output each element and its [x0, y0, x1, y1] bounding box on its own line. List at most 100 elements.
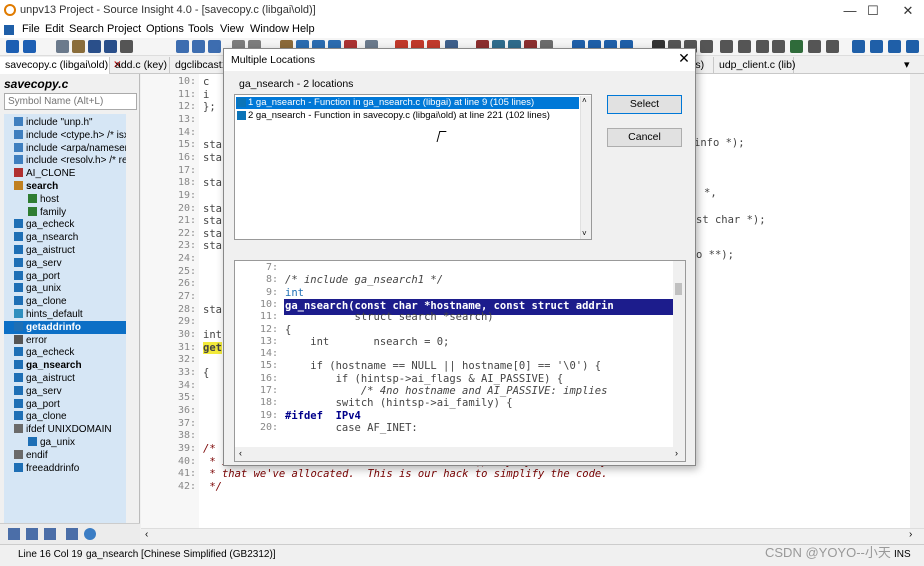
- symbol-item[interactable]: ga_aistruct: [4, 244, 75, 257]
- member-icon: [28, 193, 37, 203]
- symbol-item[interactable]: include <ctype.h> /* isx: [4, 129, 126, 142]
- browse-symbols-icon[interactable]: [66, 528, 78, 540]
- symbol-item[interactable]: family: [4, 206, 66, 219]
- symbol-item[interactable]: freeaddrinfo: [4, 462, 79, 475]
- symbol-item[interactable]: include <arpa/nameser.: [4, 142, 126, 155]
- symbol-item[interactable]: host: [4, 193, 59, 206]
- location-item-2[interactable]: 2 ga_nsearch - Function in savecopy.c (l…: [236, 110, 550, 122]
- function-icon: [14, 462, 23, 472]
- symbol-item[interactable]: ga_echeck: [4, 218, 74, 231]
- symbol-item[interactable]: ga_echeck: [4, 346, 74, 359]
- tab-list-chevron-icon[interactable]: ▾: [904, 58, 910, 71]
- outdent-icon[interactable]: [888, 40, 901, 53]
- tab-dgclibcast[interactable]: dgclibcast1: [170, 57, 230, 74]
- cut-icon[interactable]: [208, 40, 221, 53]
- menu-options[interactable]: Options: [146, 23, 184, 35]
- symbol-item[interactable]: ga_port: [4, 270, 60, 283]
- back-arrow-icon[interactable]: [4, 25, 14, 35]
- symbol-item[interactable]: ga_unix: [4, 282, 61, 295]
- paste-icon[interactable]: [192, 40, 205, 53]
- bird-icon[interactable]: [790, 40, 803, 53]
- filter-icon[interactable]: [44, 528, 56, 540]
- dialog-close-button[interactable]: ✕: [676, 50, 692, 67]
- symbol-item[interactable]: endif: [4, 449, 48, 462]
- symbol-item[interactable]: ga_nsearch: [4, 359, 82, 372]
- locations-list[interactable]: 1 ga_nsearch - Function in ga_nsearch.c …: [234, 94, 592, 286]
- symbol-list[interactable]: include "unp.h" include <ctype.h> /* isx i…: [4, 114, 126, 526]
- outline-icon[interactable]: [720, 40, 733, 53]
- symbol-item[interactable]: search: [4, 180, 58, 193]
- expand-icon[interactable]: [852, 40, 865, 53]
- scroll-thumb[interactable]: [675, 283, 682, 295]
- copy-icon[interactable]: [176, 40, 189, 53]
- tab-add[interactable]: add.c (key): [110, 57, 170, 74]
- symbol-item[interactable]: hints_default: [4, 308, 83, 321]
- list-view-icon[interactable]: [26, 528, 38, 540]
- symbol-item[interactable]: ga_unix: [4, 436, 75, 449]
- preview-code-line: {: [285, 323, 292, 336]
- scroll-up-arrow-icon[interactable]: ˄: [582, 96, 587, 105]
- more-icon[interactable]: [906, 40, 919, 53]
- sort-icon[interactable]: [8, 528, 20, 540]
- scroll-right-arrow-icon[interactable]: ›: [675, 448, 678, 458]
- symbol-item[interactable]: AI_CLONE: [4, 167, 75, 180]
- save-all-icon[interactable]: [104, 40, 117, 53]
- symbol-label: endif: [26, 449, 48, 461]
- nav-back-icon[interactable]: [6, 40, 19, 53]
- symbol-item[interactable]: ga_port: [4, 398, 60, 411]
- tab-udp-client[interactable]: udp_client.c (lib): [714, 57, 795, 74]
- print-icon[interactable]: [120, 40, 133, 53]
- menu-edit[interactable]: Edit: [45, 23, 64, 35]
- symbol-search-input[interactable]: [4, 93, 137, 110]
- tab-savecopy[interactable]: savecopy.c (libgai\old) ✕: [0, 57, 122, 74]
- maximize-button[interactable]: ☐: [861, 2, 885, 20]
- menu-search[interactable]: Search: [69, 23, 104, 35]
- image-icon[interactable]: [772, 40, 785, 53]
- preview-horizontal-scrollbar[interactable]: ‹ ›: [235, 447, 685, 461]
- symbol-item[interactable]: include <resolv.h> /* re: [4, 154, 126, 167]
- cancel-button[interactable]: Cancel: [607, 128, 682, 147]
- symbol-item[interactable]: ga_nsearch: [4, 231, 78, 244]
- preview-vertical-scrollbar[interactable]: [673, 261, 685, 447]
- indent-icon[interactable]: [870, 40, 883, 53]
- new-file-icon[interactable]: [56, 40, 69, 53]
- menu-window[interactable]: Window: [250, 23, 289, 35]
- menu-tools[interactable]: Tools: [188, 23, 214, 35]
- columns-icon[interactable]: [808, 40, 821, 53]
- shield-icon[interactable]: [756, 40, 769, 53]
- symbol-item[interactable]: ga_clone: [4, 295, 67, 308]
- locations-vertical-scrollbar[interactable]: ˄ ˅: [580, 96, 591, 239]
- code-preview[interactable]: 7: 8: 9: 10: 11: 12: 13: 14: 15: 16: 17: 18: 19: 20: …: [234, 260, 686, 462]
- editor-horizontal-scrollbar[interactable]: ‹ ›: [141, 528, 924, 542]
- symbol-item[interactable]: ga_serv: [4, 385, 62, 398]
- location-item-1[interactable]: 1 ga_nsearch - Function in ga_nsearch.c …: [236, 97, 579, 109]
- select-button[interactable]: Select: [607, 95, 682, 114]
- symbol-item[interactable]: ifdef UNIXDOMAIN: [4, 423, 112, 436]
- clip-icon[interactable]: [700, 40, 713, 53]
- minimize-button[interactable]: —: [838, 2, 862, 20]
- nav-forward-icon[interactable]: [23, 40, 36, 53]
- symbol-item[interactable]: getaddrinfo: [4, 320, 126, 334]
- open-file-icon[interactable]: [72, 40, 85, 53]
- save-icon[interactable]: [88, 40, 101, 53]
- scroll-left-arrow-icon[interactable]: ‹: [145, 529, 148, 540]
- rows-icon[interactable]: [826, 40, 839, 53]
- scroll-left-arrow-icon[interactable]: ‹: [239, 448, 242, 458]
- symbol-item[interactable]: include "unp.h": [4, 116, 93, 129]
- close-window-button[interactable]: ✕: [896, 2, 920, 20]
- scroll-down-arrow-icon[interactable]: ˅: [582, 229, 587, 238]
- menu-help[interactable]: Help: [292, 23, 315, 35]
- symbol-item[interactable]: ga_serv: [4, 257, 62, 270]
- editor-vertical-scrollbar[interactable]: [910, 74, 924, 528]
- menu-file[interactable]: File: [22, 23, 40, 35]
- function-icon: [14, 296, 23, 306]
- menu-project[interactable]: Project: [107, 23, 141, 35]
- symbol-item[interactable]: ga_clone: [4, 410, 67, 423]
- symbol-item[interactable]: ga_aistruct: [4, 372, 75, 385]
- symbol-item[interactable]: error: [4, 334, 47, 347]
- frame-icon[interactable]: [738, 40, 751, 53]
- multiple-locations-dialog: Multiple Locations ✕ ga_nsearch - 2 loca…: [223, 48, 696, 466]
- menu-view[interactable]: View: [220, 23, 244, 35]
- scroll-right-arrow-icon[interactable]: ›: [909, 529, 912, 540]
- symbol-settings-icon[interactable]: [84, 528, 96, 540]
